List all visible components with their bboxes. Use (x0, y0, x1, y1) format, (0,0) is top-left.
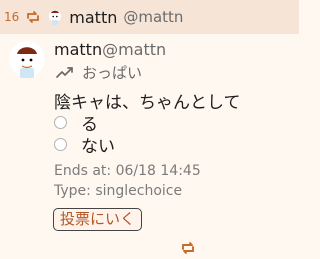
mini-avatar (49, 10, 62, 25)
poll-option-label: ない (81, 137, 115, 157)
poll-ends-at: Ends at: 06/18 14:45 (54, 163, 201, 179)
retweet-count: 16 (4, 10, 20, 24)
post-handle[interactable]: @mattn (102, 40, 166, 59)
retweet-handle: @mattn (123, 8, 184, 26)
poll-option-2[interactable]: ない (54, 132, 115, 157)
trend-icon (56, 66, 73, 78)
radio-icon[interactable] (54, 116, 67, 129)
post-header: mattn@mattn (54, 40, 166, 59)
retweet-header: 16 mattn @mattn (0, 0, 299, 34)
location-text: おっぱい (82, 64, 143, 82)
retweet-icon[interactable] (25, 10, 41, 24)
post-name[interactable]: mattn (54, 40, 102, 59)
avatar[interactable] (8, 37, 46, 81)
retweet-name: mattn (69, 7, 118, 27)
vote-button[interactable]: 投票にいく (53, 208, 143, 231)
location-row: おっぱい (56, 62, 142, 83)
poll-type: Type: singlechoice (54, 183, 183, 199)
retweet-icon[interactable] (179, 240, 197, 256)
radio-icon[interactable] (54, 138, 67, 151)
